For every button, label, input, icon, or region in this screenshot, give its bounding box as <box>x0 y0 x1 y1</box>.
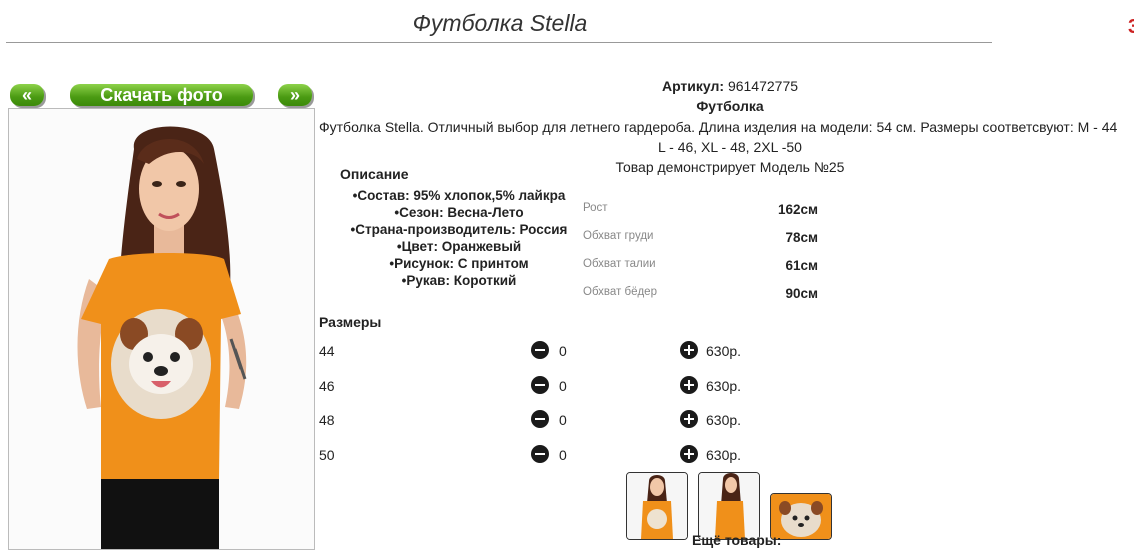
size-row: 46 0 630р. <box>319 375 779 399</box>
description-heading: Описание <box>340 166 409 182</box>
sku-label: Артикул: <box>661 78 725 94</box>
size-quantity: 0 <box>559 447 567 463</box>
minus-icon[interactable] <box>531 376 549 394</box>
description-item: Рукав: Короткий <box>319 272 599 289</box>
description-item: Цвет: Оранжевый <box>319 238 599 255</box>
product-description: Футболка Stella. Отличный выбор для летн… <box>319 119 1118 135</box>
sizes-heading: Размеры <box>319 314 382 330</box>
thumbnail-image <box>699 473 759 539</box>
description-list: Состав: 95% хлопок,5% лайкра Сезон: Весн… <box>319 187 599 289</box>
plus-icon[interactable] <box>680 410 698 428</box>
size-price: 630р. <box>706 412 742 428</box>
size-row: 50 0 630р. <box>319 444 779 468</box>
size-quantity: 0 <box>559 412 567 428</box>
next-photo-button[interactable]: » <box>278 84 312 106</box>
product-photo[interactable] <box>8 108 315 550</box>
product-description-cont: L - 46, XL - 48, 2XL -50 <box>658 139 802 155</box>
size-label: 44 <box>319 343 335 359</box>
sku-line: Артикул: 961472775 <box>560 78 900 94</box>
size-label: 48 <box>319 412 335 428</box>
more-goods-heading: Ещё товары: <box>692 532 782 548</box>
measure-value-chest: 78см <box>785 230 818 245</box>
description-item: Страна-производитель: Россия <box>319 221 599 238</box>
page-title: Футболка Stella <box>412 10 588 36</box>
description-item: Сезон: Весна-Лето <box>319 204 599 221</box>
description-item: Рисунок: С принтом <box>319 255 599 272</box>
measure-value-height: 162см <box>777 202 818 217</box>
measure-label-waist: Обхват талии <box>583 258 656 270</box>
plus-icon[interactable] <box>680 341 698 359</box>
size-label: 50 <box>319 447 335 463</box>
product-type: Футболка <box>696 98 764 114</box>
size-price: 630р. <box>706 378 742 394</box>
measure-label-chest: Обхват груди <box>583 230 654 242</box>
measure-label-hips: Обхват бёдер <box>583 286 657 298</box>
thumbnail-front[interactable] <box>626 472 688 540</box>
model-photo-illustration <box>9 109 314 549</box>
title-divider <box>6 42 992 43</box>
measure-value-hips: 90см <box>785 286 818 301</box>
size-row: 48 0 630р. <box>319 409 779 433</box>
sku-value: 961472775 <box>727 78 799 94</box>
size-price: 630р. <box>706 447 742 463</box>
plus-icon[interactable] <box>680 376 698 394</box>
plus-icon[interactable] <box>680 445 698 463</box>
minus-icon[interactable] <box>531 410 549 428</box>
corner-mark: 3 <box>1128 16 1134 38</box>
thumbnail-side[interactable] <box>698 472 760 540</box>
thumbnail-image <box>627 473 687 539</box>
measure-label-height: Рост <box>583 202 608 214</box>
description-item: Состав: 95% хлопок,5% лайкра <box>319 187 599 204</box>
size-price: 630р. <box>706 343 742 359</box>
size-row: 44 0 630р. <box>319 340 779 364</box>
size-label: 46 <box>319 378 335 394</box>
model-note: Товар демонстрирует Модель №25 <box>615 159 845 175</box>
minus-icon[interactable] <box>531 445 549 463</box>
size-quantity: 0 <box>559 378 567 394</box>
download-photo-button[interactable]: Скачать фото <box>70 84 253 106</box>
prev-photo-button[interactable]: « <box>10 84 44 106</box>
size-quantity: 0 <box>559 343 567 359</box>
measure-value-waist: 61см <box>785 258 818 273</box>
minus-icon[interactable] <box>531 341 549 359</box>
